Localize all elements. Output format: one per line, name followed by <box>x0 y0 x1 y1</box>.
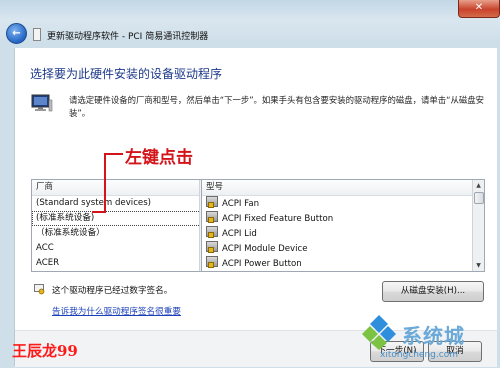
model-scrollbar[interactable]: ▲ ▼ <box>472 180 484 271</box>
close-icon: ✕ <box>474 2 484 13</box>
list-item[interactable]: （标准系统设备） <box>32 226 211 241</box>
watermark-url: xitongcheng.com <box>380 350 458 360</box>
driver-icon <box>206 196 218 208</box>
driver-signing-link[interactable]: 告诉我为什么驱动程序签名很重要 <box>52 305 181 317</box>
list-item[interactable]: ACPI Power Button <box>202 256 484 271</box>
list-item[interactable]: ACC <box>32 241 211 256</box>
list-item-label: ACC <box>36 243 54 253</box>
title-bar: ← 更新驱动程序软件 - PCI 简易通讯控制器 ✕ <box>0 0 500 46</box>
driver-icon <box>206 211 218 223</box>
scroll-down-icon[interactable]: ▼ <box>473 260 484 271</box>
signature-text: 王辰龙99 <box>12 342 78 360</box>
manufacturer-list[interactable]: 厂商 (Standard system devices) (标准系统设备) （标准系… <box>31 179 212 272</box>
driver-icon <box>206 256 218 268</box>
list-item[interactable]: ACPI Lid <box>202 226 484 241</box>
back-arrow-icon: ← <box>12 28 21 39</box>
monitor-icon <box>31 94 53 112</box>
list-item[interactable]: ACPI Fan <box>202 196 484 211</box>
list-item[interactable]: ACPI Module Device <box>202 241 484 256</box>
annotation-label: 左键点击 <box>125 148 193 168</box>
scroll-up-icon[interactable]: ▲ <box>473 180 484 191</box>
list-item-label: ACPI Lid <box>222 229 257 239</box>
list-item-label: ACPI Power Button <box>222 259 302 269</box>
device-icon <box>33 28 41 41</box>
list-item[interactable]: ACPI Fixed Feature Button <box>202 211 484 226</box>
list-item[interactable]: (Standard system devices) <box>32 196 211 211</box>
list-item[interactable]: ACER <box>32 256 211 271</box>
back-button[interactable]: ← <box>6 23 27 44</box>
model-list[interactable]: 型号 ACPI Fan ACPI Fixed Feature Button ACPI… <box>201 179 485 272</box>
have-disk-button[interactable]: 从磁盘安装(H)... <box>382 281 484 302</box>
driver-icon <box>206 226 218 238</box>
annotation-line <box>92 211 106 213</box>
signed-driver-text: 这个驱动程序已经过数字签名。 <box>52 286 173 296</box>
list-item-label: ACPI Fixed Feature Button <box>222 214 334 224</box>
wizard-content: 选择要为此硬件安装的设备驱动程序 请选定硬件设备的厂商和型号，然后单击“下一步”… <box>14 48 497 367</box>
page-heading: 选择要为此硬件安装的设备驱动程序 <box>30 67 223 81</box>
list-item-label: ACER <box>36 258 60 268</box>
manufacturer-header: 厂商 <box>32 180 211 196</box>
instruction-text: 请选定硬件设备的厂商和型号，然后单击“下一步”。如果手头有包含要安装的驱动程序的… <box>69 95 485 118</box>
close-button[interactable]: ✕ <box>458 0 500 18</box>
list-item-label: (Standard system devices) <box>36 198 152 208</box>
list-item-label: （标准系统设备） <box>36 228 105 238</box>
model-header: 型号 <box>202 180 484 196</box>
watermark-text: 系统城 <box>402 324 465 348</box>
annotation-line <box>104 153 106 213</box>
list-item-label: (标准系统设备) <box>36 213 95 223</box>
list-item[interactable]: (标准系统设备) <box>32 211 211 226</box>
list-item-label: ACPI Module Device <box>222 244 308 254</box>
watermark-logo-icon <box>362 315 396 350</box>
window-title: 更新驱动程序软件 - PCI 简易通讯控制器 <box>47 32 209 42</box>
annotation-line <box>105 153 123 155</box>
scroll-thumb[interactable] <box>474 192 484 204</box>
update-driver-window: ← 更新驱动程序软件 - PCI 简易通讯控制器 ✕ 选择要为此硬件安装的设备驱… <box>0 0 500 368</box>
driver-icon <box>206 241 218 253</box>
list-item-label: ACPI Fan <box>222 199 260 209</box>
signed-driver-icon <box>34 284 45 295</box>
